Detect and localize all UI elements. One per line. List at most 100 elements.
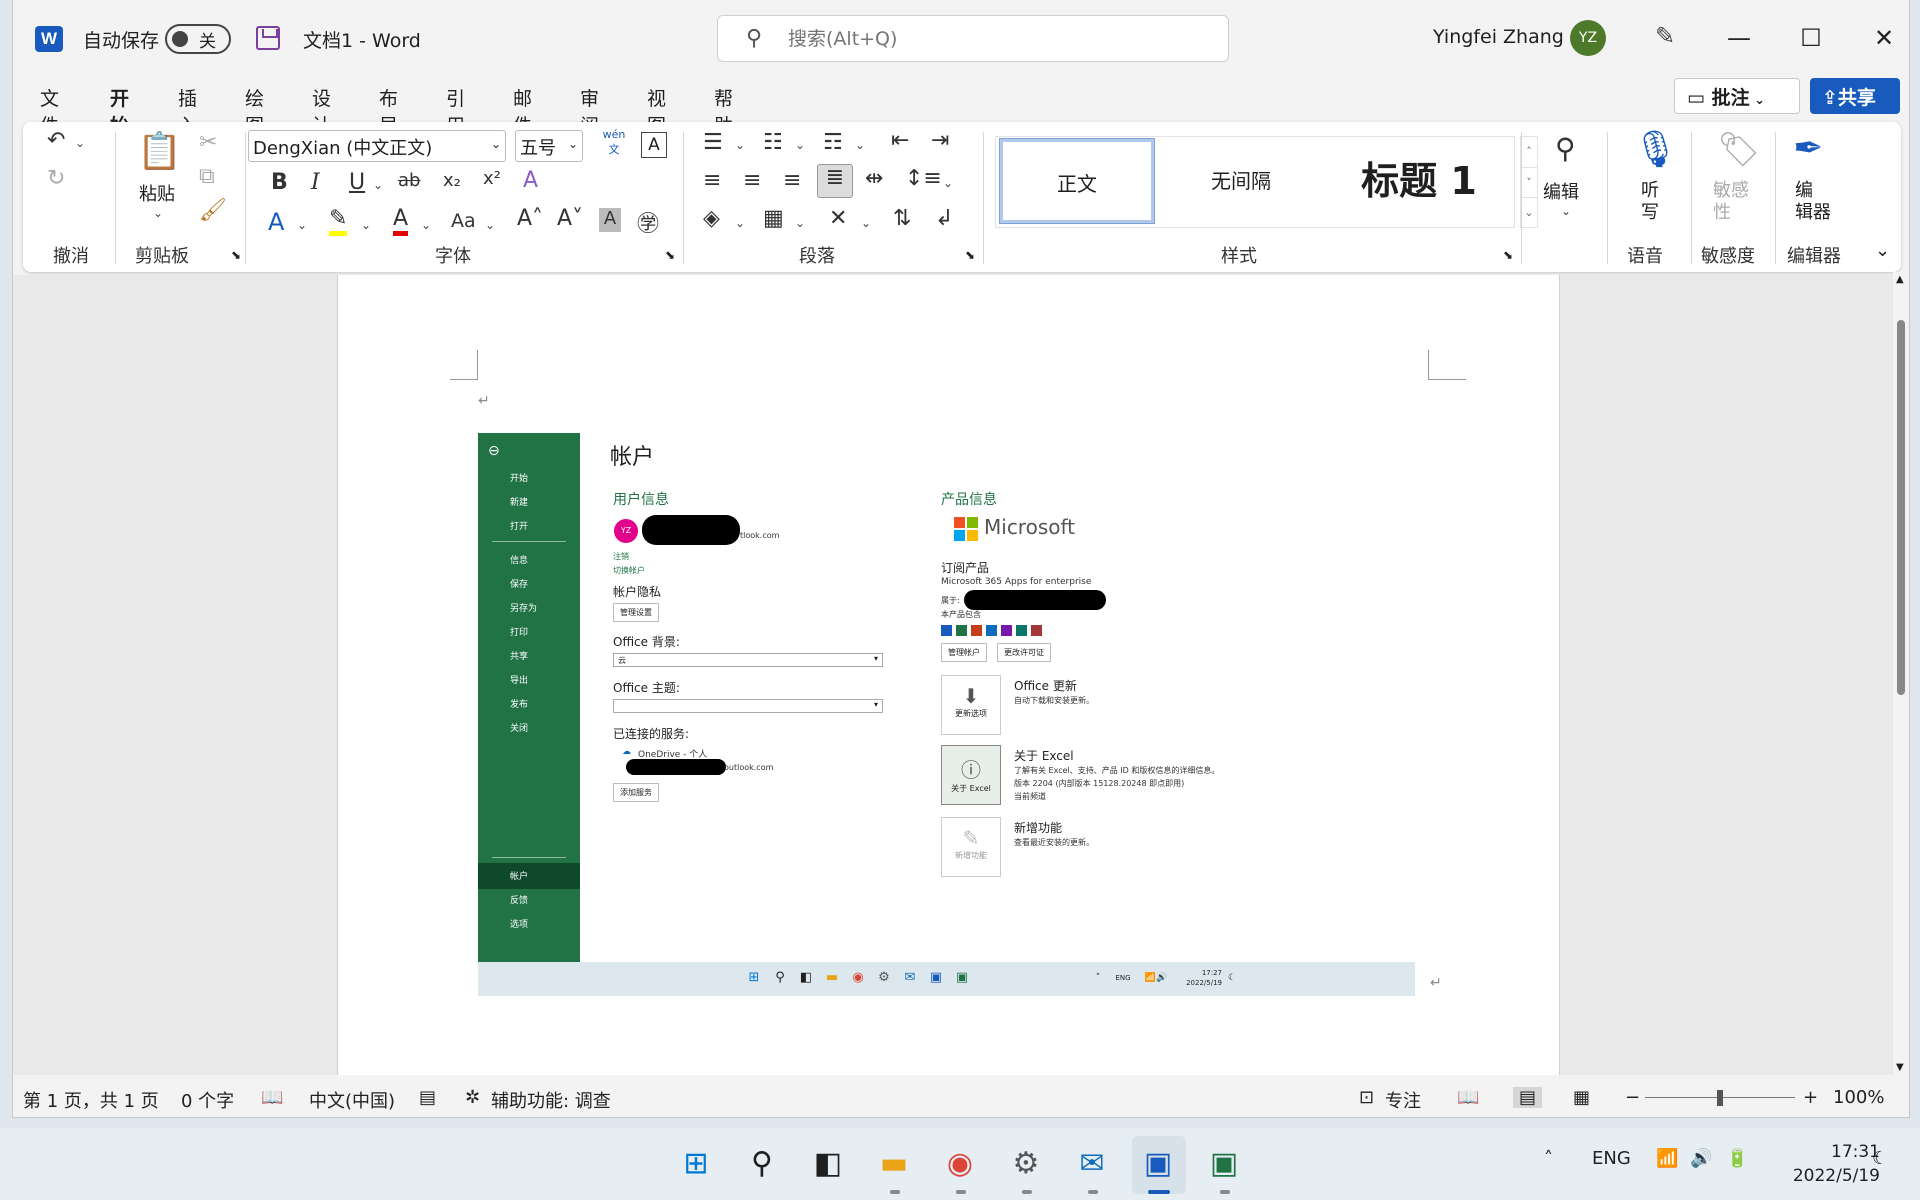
find-icon[interactable]: ⚲ xyxy=(1555,132,1576,165)
language[interactable]: 中文(中国) xyxy=(309,1087,395,1113)
borders-dropdown-icon[interactable]: ⌄ xyxy=(795,216,805,230)
character-border-icon[interactable]: A xyxy=(641,132,667,158)
more-styles-icon[interactable]: ⌄ xyxy=(1521,197,1537,227)
clipboard-launcher-icon[interactable]: ⬊ xyxy=(231,248,241,262)
grow-font-icon[interactable]: A˄ xyxy=(517,206,543,231)
microphone-icon[interactable]: 🎙 xyxy=(1633,128,1679,170)
zoom-level[interactable]: 100% xyxy=(1833,1087,1884,1108)
change-case-icon[interactable]: Aa xyxy=(451,210,476,232)
accessibility-status[interactable]: 辅助功能: 调查 xyxy=(491,1087,611,1113)
chinese-layout-dropdown-icon[interactable]: ⌄ xyxy=(861,216,871,230)
multilevel-list-icon[interactable]: ☶ xyxy=(823,130,843,155)
multilevel-dropdown-icon[interactable]: ⌄ xyxy=(855,138,865,152)
web-layout-icon[interactable]: ▦ xyxy=(1573,1087,1590,1108)
line-spacing-icon[interactable]: ↕≡ xyxy=(905,166,942,191)
focus-label[interactable]: 专注 xyxy=(1385,1087,1421,1113)
underline-icon[interactable]: U xyxy=(349,170,365,195)
show-marks-icon[interactable]: ↲ xyxy=(935,206,953,231)
comment-button[interactable]: ▭ 批注 ⌄ xyxy=(1674,78,1800,114)
font-name-select[interactable]: DengXian (中文正文) ⌄ xyxy=(248,130,506,162)
notifications-icon[interactable]: ☾ xyxy=(1872,1148,1888,1169)
undo-dropdown-icon[interactable]: ⌄ xyxy=(75,136,85,150)
focus-icon[interactable]: ⊡ xyxy=(1359,1087,1374,1108)
bullets-icon[interactable]: ☰ xyxy=(703,130,723,155)
paragraph-launcher-icon[interactable]: ⬊ xyxy=(965,248,975,262)
start-icon[interactable]: ⊞ xyxy=(676,1144,716,1184)
align-center-icon[interactable]: ≡ xyxy=(743,168,761,193)
word-icon[interactable]: ▣ xyxy=(1138,1144,1178,1184)
maximize-button[interactable]: ☐ xyxy=(1791,18,1831,58)
search-input[interactable] xyxy=(788,25,1208,53)
page-count[interactable]: 第 1 页，共 1 页 xyxy=(23,1087,159,1113)
task-view-icon[interactable]: ◧ xyxy=(808,1144,848,1184)
editor-label[interactable]: 编 辑器 xyxy=(1795,180,1831,224)
font-launcher-icon[interactable]: ⬊ xyxy=(665,248,675,262)
numbering-icon[interactable]: ☷ xyxy=(763,130,783,155)
search-box[interactable]: ⚲ xyxy=(717,15,1229,62)
font-size-select[interactable]: 五号 ⌄ xyxy=(515,130,583,162)
zoom-out-icon[interactable]: − xyxy=(1625,1087,1640,1108)
scroll-down-icon[interactable]: ▼ xyxy=(1896,1062,1904,1073)
tray-chevron-icon[interactable]: ˄ xyxy=(1544,1148,1553,1169)
superscript-icon[interactable]: x² xyxy=(483,168,501,189)
excel-icon[interactable]: ▣ xyxy=(1204,1144,1244,1184)
embedded-screenshot[interactable]: ⊖ 开始 新建 打开 信息 保存 另存为 打印 共享 导出 发布 关闭 帐户 反… xyxy=(478,433,1415,996)
scrollbar-thumb[interactable] xyxy=(1897,320,1905,695)
shading-dropdown-icon[interactable]: ⌄ xyxy=(735,216,745,230)
redo-icon[interactable]: ↻ xyxy=(47,166,65,191)
copy-icon[interactable]: ⧉ xyxy=(199,164,215,189)
shading-icon[interactable]: ◈ xyxy=(703,206,720,231)
chrome-icon[interactable]: ◉ xyxy=(940,1144,980,1184)
zoom-slider-thumb[interactable] xyxy=(1717,1090,1723,1106)
vertical-scrollbar[interactable]: ▲ ▼ xyxy=(1893,272,1909,1078)
proofing-icon[interactable]: 📖 xyxy=(261,1087,283,1108)
decrease-indent-icon[interactable]: ⇤ xyxy=(891,128,909,153)
change-case-dropdown-icon[interactable]: ⌄ xyxy=(485,218,495,232)
macro-icon[interactable]: ▤ xyxy=(419,1087,436,1108)
text-effects-dropdown-icon[interactable]: ⌄ xyxy=(297,218,307,232)
read-mode-icon[interactable]: 📖 xyxy=(1457,1087,1479,1108)
sort-icon[interactable]: ⇅ xyxy=(893,206,911,231)
file-explorer-icon[interactable]: ▬ xyxy=(874,1144,914,1184)
highlight-dropdown-icon[interactable]: ⌄ xyxy=(361,218,371,232)
clock[interactable]: 17:31 2022/5/19 xyxy=(1770,1140,1880,1188)
collapse-ribbon-icon[interactable]: ⌄ xyxy=(1875,240,1890,261)
subscript-icon[interactable]: x₂ xyxy=(443,170,461,191)
phonetic-guide-icon[interactable]: wén 文 xyxy=(600,128,628,157)
paste-icon[interactable]: 📋 xyxy=(137,130,182,172)
text-effects-icon[interactable]: A xyxy=(268,208,284,236)
autosave-toggle[interactable]: 关 xyxy=(165,24,231,54)
designer-pen-icon[interactable]: ✎ xyxy=(1655,22,1675,50)
word-count[interactable]: 0 个字 xyxy=(181,1087,234,1113)
clear-formatting-icon[interactable]: A xyxy=(523,168,538,193)
enclose-characters-icon[interactable]: ㊫ xyxy=(637,206,659,238)
justify-icon[interactable]: ≣ xyxy=(817,164,853,198)
mail-icon[interactable]: ✉ xyxy=(1072,1144,1112,1184)
save-icon[interactable] xyxy=(256,26,280,50)
scroll-up-icon[interactable]: ˄ xyxy=(1521,137,1537,167)
minimize-button[interactable]: — xyxy=(1719,18,1759,58)
line-spacing-dropdown-icon[interactable]: ⌄ xyxy=(943,176,953,190)
volume-icon[interactable]: 🔊 xyxy=(1690,1148,1712,1169)
zoom-in-icon[interactable]: + xyxy=(1803,1087,1818,1108)
highlight-icon[interactable]: ✎ xyxy=(329,206,348,236)
print-layout-icon[interactable]: ▤ xyxy=(1513,1087,1543,1108)
avatar[interactable]: YZ xyxy=(1570,20,1606,56)
input-language[interactable]: ENG xyxy=(1592,1148,1631,1169)
close-button[interactable]: ✕ xyxy=(1864,18,1904,58)
wifi-icon[interactable]: 📶 xyxy=(1656,1148,1678,1169)
strikethrough-icon[interactable]: ab xyxy=(398,170,420,191)
shrink-font-icon[interactable]: A˅ xyxy=(557,206,583,231)
paste-dropdown-icon[interactable]: ⌄ xyxy=(153,206,163,220)
distributed-icon[interactable]: ⇹ xyxy=(865,166,883,191)
underline-dropdown-icon[interactable]: ⌄ xyxy=(373,178,383,192)
format-painter-icon[interactable]: 🖌 xyxy=(199,198,227,223)
style-normal[interactable]: 正文 xyxy=(999,138,1155,224)
scroll-down-icon[interactable]: ˅ xyxy=(1521,167,1537,197)
cut-icon[interactable]: ✂ xyxy=(199,130,217,155)
bullets-dropdown-icon[interactable]: ⌄ xyxy=(735,138,745,152)
styles-launcher-icon[interactable]: ⬊ xyxy=(1503,248,1513,262)
character-shading-icon[interactable]: A xyxy=(599,208,621,232)
share-button[interactable]: ⇪共享 xyxy=(1810,78,1900,114)
undo-icon[interactable]: ↶ xyxy=(47,128,65,153)
